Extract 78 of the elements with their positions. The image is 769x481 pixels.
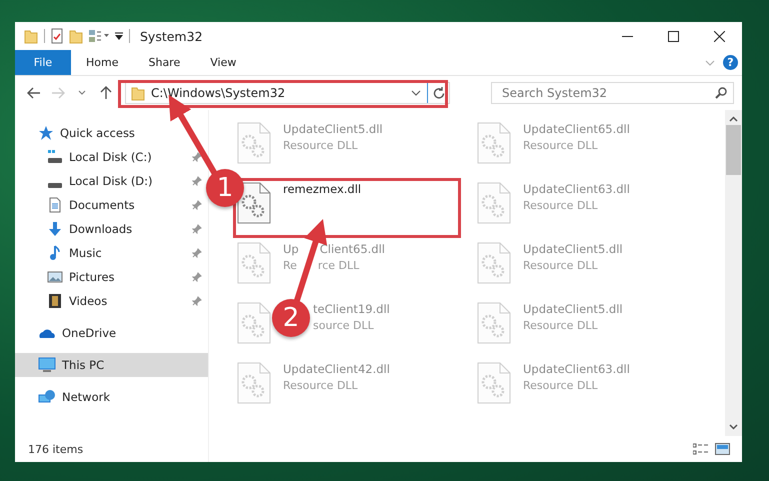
drive-icon xyxy=(47,150,63,164)
star-icon xyxy=(38,125,54,141)
pin-icon[interactable] xyxy=(192,224,202,234)
view-options-icon[interactable] xyxy=(89,30,109,42)
sidebar-item[interactable]: Downloads xyxy=(15,217,208,241)
dll-file-icon xyxy=(477,362,511,404)
folder-icon xyxy=(131,85,145,101)
picture-icon xyxy=(47,269,63,285)
document-icon xyxy=(47,197,63,213)
dropdown-icon[interactable] xyxy=(411,90,421,96)
large-icons-view-icon[interactable] xyxy=(715,443,730,455)
file-type: source DLL xyxy=(313,319,374,332)
sidebar-item[interactable]: This PC xyxy=(15,353,208,377)
pin-icon[interactable] xyxy=(192,296,202,306)
window-title: System32 xyxy=(140,28,203,44)
dll-file-icon xyxy=(237,242,271,284)
customize-caret-icon[interactable] xyxy=(115,32,123,40)
refresh-icon[interactable] xyxy=(432,87,444,99)
sidebar-item[interactable]: Network xyxy=(15,385,208,409)
pin-icon[interactable] xyxy=(192,176,202,186)
item-count: 176 items xyxy=(28,442,84,456)
file-type: Resource DLL xyxy=(523,199,598,212)
file-type: Resource DLL xyxy=(283,379,358,392)
pin-icon[interactable] xyxy=(192,272,202,282)
back-arrow-icon[interactable] xyxy=(27,87,41,99)
file-type: Resource DLL xyxy=(523,139,598,152)
vertical-scrollbar[interactable] xyxy=(725,110,742,436)
pin-icon[interactable] xyxy=(192,152,202,162)
maximize-icon xyxy=(668,30,678,42)
scrollbar-thumb[interactable] xyxy=(726,125,741,175)
properties-icon[interactable] xyxy=(51,28,63,44)
sidebar-item[interactable]: Pictures xyxy=(15,265,208,289)
scroll-up-icon[interactable] xyxy=(729,116,738,122)
network-icon xyxy=(38,389,56,405)
search-field[interactable]: Search System32 xyxy=(491,82,734,104)
ribbon-tab[interactable]: Home xyxy=(71,50,134,75)
sidebar-item[interactable]: Quick access xyxy=(15,121,208,145)
download-icon xyxy=(47,221,63,237)
film-icon xyxy=(47,293,63,309)
dll-file-icon xyxy=(237,302,271,344)
up-arrow-icon[interactable] xyxy=(100,86,112,100)
sidebar-item[interactable]: Local Disk (C:) xyxy=(15,145,208,169)
caret-icon[interactable] xyxy=(78,90,86,96)
ribbon-tab[interactable]: View xyxy=(195,50,252,75)
dll-file-icon xyxy=(237,122,271,164)
dll-file-icon xyxy=(477,122,511,164)
drive-icon xyxy=(47,182,63,188)
help-button[interactable]: ? xyxy=(723,55,738,70)
dll-file-icon xyxy=(477,182,511,224)
dll-file-icon xyxy=(237,362,271,404)
sidebar-item[interactable]: Documents xyxy=(15,193,208,217)
sidebar-item[interactable]: Videos xyxy=(15,289,208,313)
pin-icon[interactable] xyxy=(192,200,202,210)
details-view-icon[interactable] xyxy=(693,443,709,455)
dll-file-icon xyxy=(477,242,511,284)
scroll-down-icon[interactable] xyxy=(729,424,738,430)
dll-file-icon xyxy=(237,182,271,224)
folder-icon xyxy=(24,28,38,44)
address-bar[interactable]: C:\Windows\System32 xyxy=(125,82,450,104)
file-type: Resource DLL xyxy=(283,139,358,152)
address-path: C:\Windows\System32 xyxy=(151,86,286,100)
file-type: Resource DLL xyxy=(523,259,598,272)
sidebar-item[interactable]: Local Disk (D:) xyxy=(15,169,208,193)
computer-icon xyxy=(38,357,56,373)
close-icon xyxy=(714,30,724,42)
search-icon xyxy=(715,87,727,99)
file-type: rce DLL xyxy=(318,259,360,272)
pin-icon[interactable] xyxy=(192,248,202,258)
file-type: Resource DLL xyxy=(523,319,598,332)
dll-file-icon xyxy=(477,302,511,344)
ribbon-tab[interactable]: Share xyxy=(133,50,196,75)
file-type: Resource DLL xyxy=(523,379,598,392)
sidebar-item[interactable]: Music xyxy=(15,241,208,265)
file-type: Re xyxy=(283,259,297,272)
ribbon-tab[interactable]: File xyxy=(15,50,71,75)
sidebar-item[interactable]: OneDrive xyxy=(15,321,208,345)
file-name[interactable]: remezmex.dll xyxy=(283,182,362,196)
new-folder-icon xyxy=(69,28,83,44)
